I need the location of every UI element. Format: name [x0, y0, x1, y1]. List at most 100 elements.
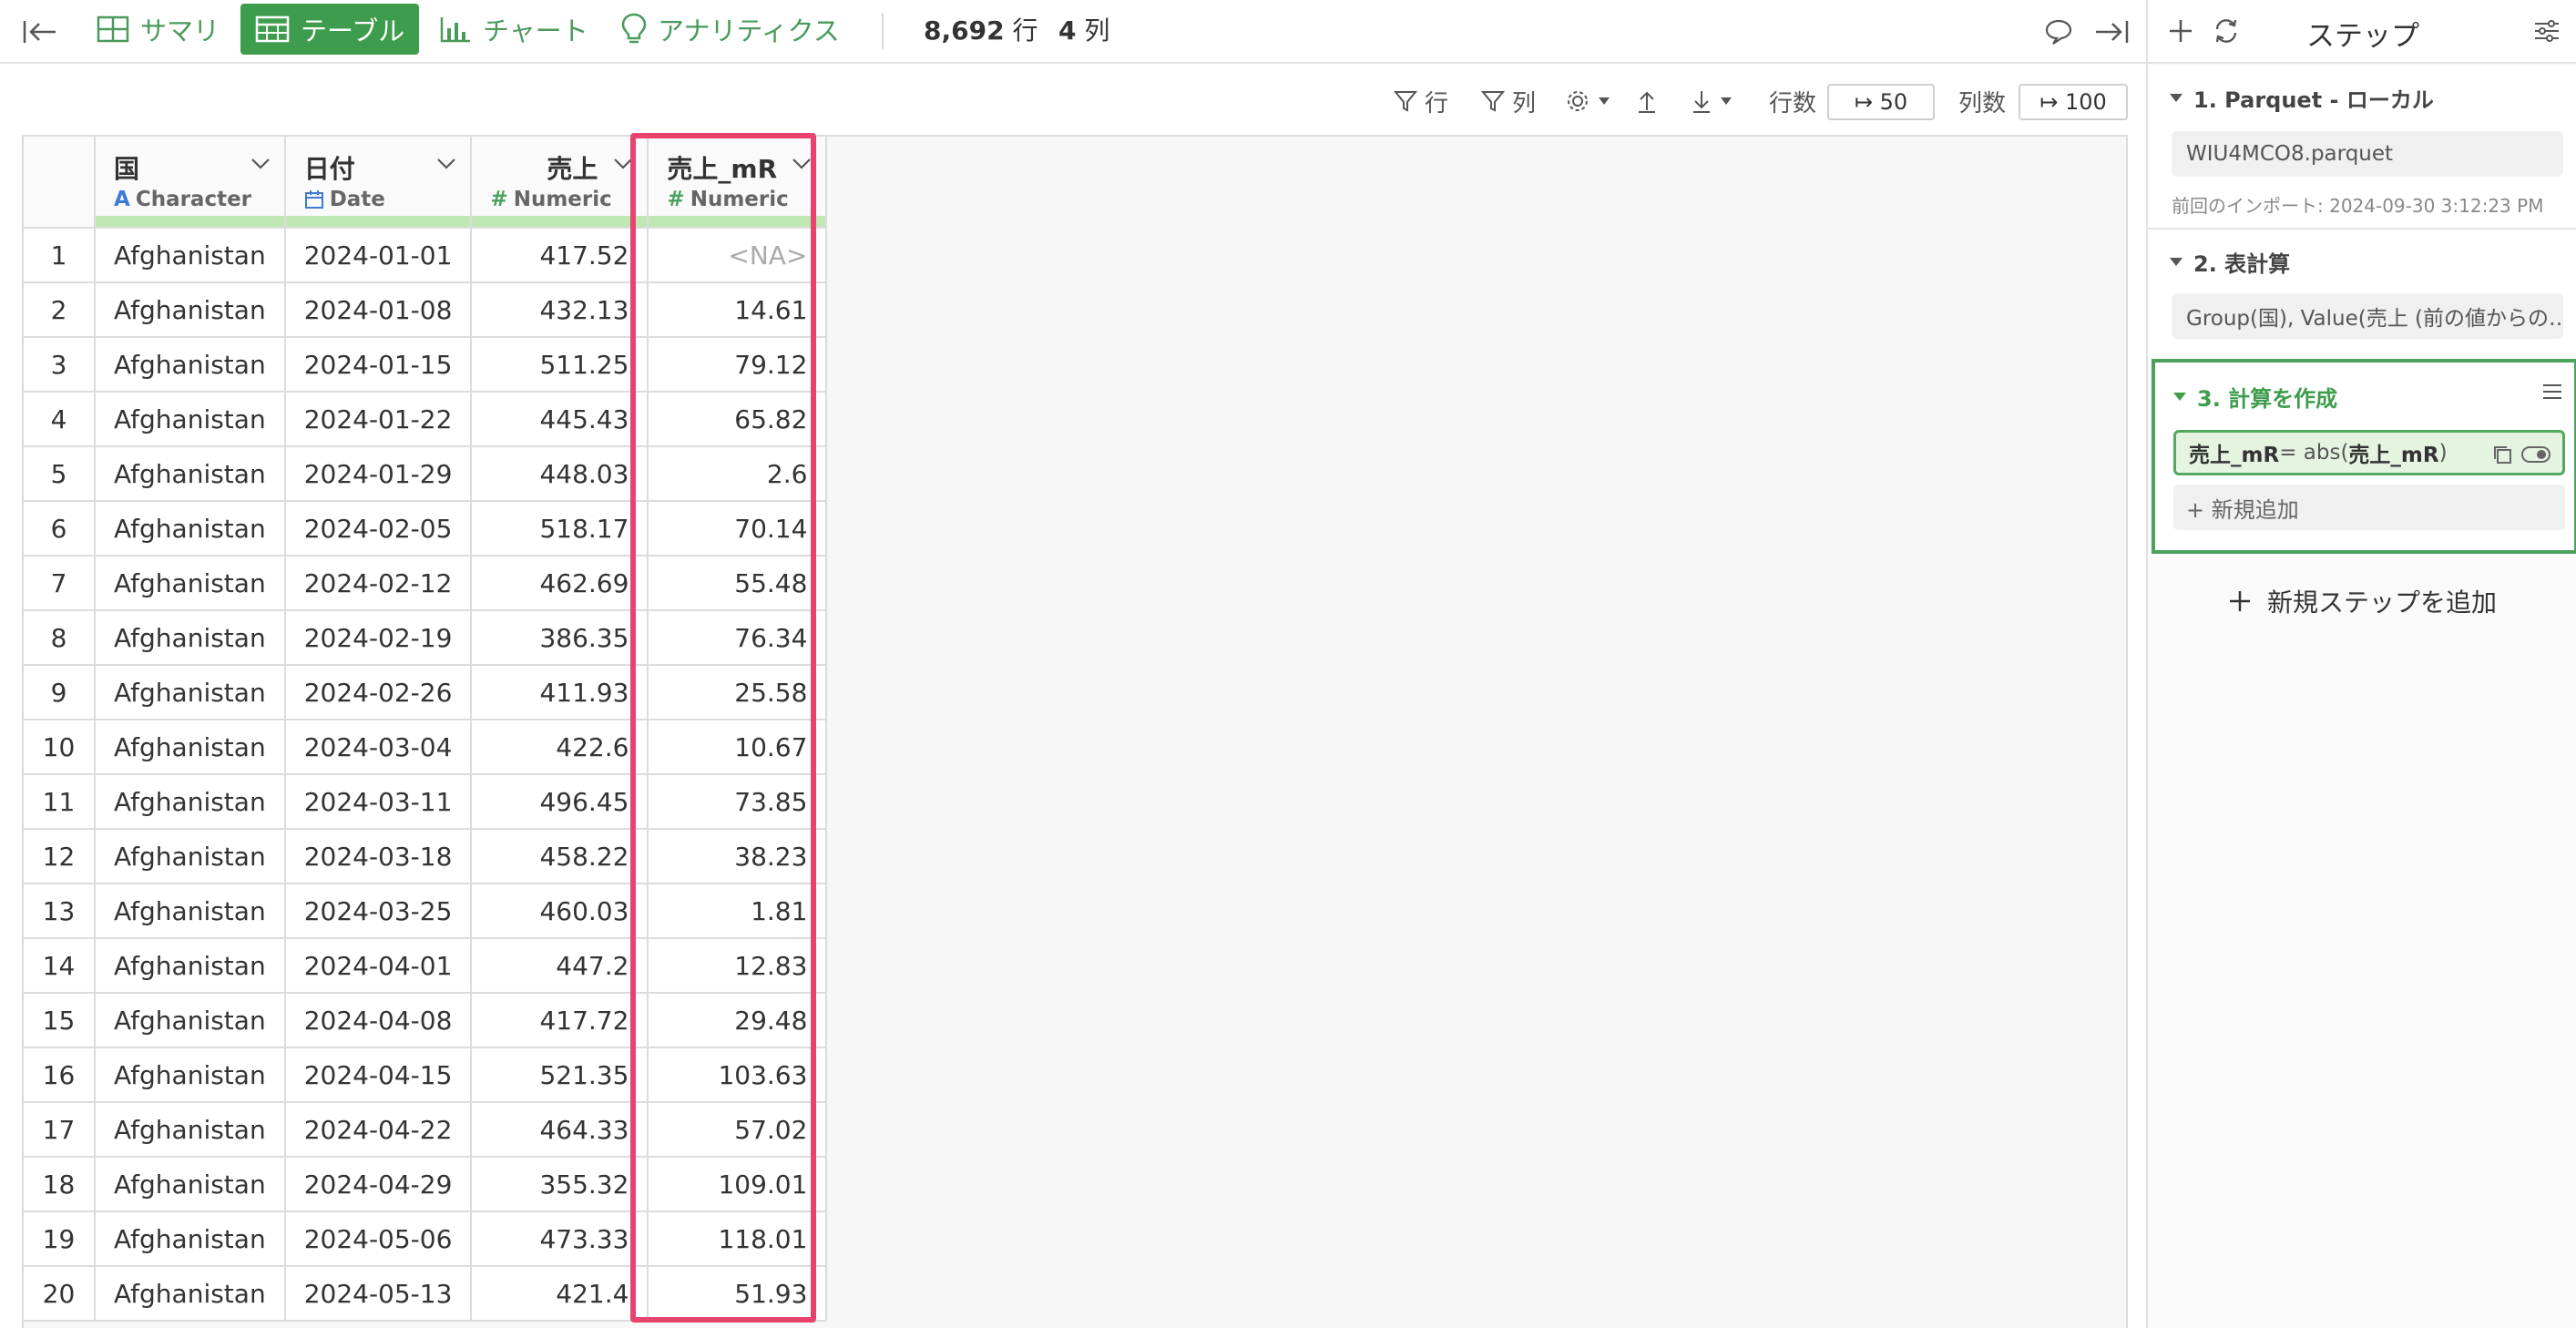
sales-cell[interactable]: 417.52 [471, 228, 649, 283]
country-cell[interactable]: Afghanistan [95, 1157, 286, 1212]
columns-limit-input[interactable]: ↦ 100 [2019, 84, 2128, 120]
tab-summary[interactable]: サマリ [82, 4, 234, 55]
row-number-cell[interactable]: 13 [24, 884, 96, 939]
sales-cell[interactable]: 445.43 [471, 392, 649, 447]
sales-cell[interactable]: 464.33 [471, 1102, 649, 1158]
rows-limit-input[interactable]: ↦ 50 [1827, 84, 1935, 120]
sales-mr-cell[interactable]: 55.48 [648, 556, 828, 611]
sales-cell[interactable]: 421.4 [471, 1266, 649, 1322]
step-1-file-chip[interactable]: WIU4MCO8.parquet [2172, 131, 2563, 177]
sales-mr-cell[interactable]: 65.82 [648, 392, 828, 447]
country-cell[interactable]: Afghanistan [95, 665, 286, 720]
sales-cell[interactable]: 518.17 [471, 501, 649, 557]
country-cell[interactable]: Afghanistan [95, 993, 286, 1048]
comment-icon[interactable] [2037, 11, 2080, 53]
row-number-cell[interactable]: 12 [24, 829, 96, 884]
tab-table[interactable]: テーブル [240, 4, 420, 55]
country-cell[interactable]: Afghanistan [95, 884, 286, 939]
date-cell[interactable]: 2024-01-08 [284, 282, 473, 338]
collapse-left-icon[interactable] [16, 11, 64, 53]
step-2[interactable]: 2. 表計算 Group(国), Value(売上 (前の値からの… [2148, 230, 2576, 353]
row-number-cell[interactable]: 8 [24, 610, 96, 666]
date-cell[interactable]: 2024-03-11 [284, 774, 473, 830]
sales-mr-cell[interactable]: 10.67 [648, 720, 828, 775]
date-cell[interactable]: 2024-03-04 [284, 720, 473, 775]
row-number-cell[interactable]: 19 [24, 1211, 96, 1267]
sales-cell[interactable]: 411.93 [471, 665, 649, 720]
sales-cell[interactable]: 422.6 [471, 720, 649, 775]
date-cell[interactable]: 2024-04-22 [284, 1102, 473, 1158]
row-number-cell[interactable]: 15 [24, 993, 96, 1048]
sales-cell[interactable]: 458.22 [471, 829, 649, 884]
row-number-cell[interactable]: 10 [24, 720, 96, 775]
formula-chip[interactable]: 売上_mR = abs(売上_mR) [2173, 430, 2565, 475]
country-cell[interactable]: Afghanistan [95, 1211, 286, 1267]
country-cell[interactable]: Afghanistan [95, 938, 286, 994]
date-cell[interactable]: 2024-01-15 [284, 337, 473, 393]
row-number-cell[interactable]: 11 [24, 774, 96, 830]
sales-cell[interactable]: 462.69 [471, 556, 649, 611]
date-cell[interactable]: 2024-04-29 [284, 1157, 473, 1212]
date-cell[interactable]: 2024-04-08 [284, 993, 473, 1048]
column-header-country[interactable]: 国 A Character [95, 137, 286, 229]
sales-mr-cell[interactable]: 29.48 [648, 993, 828, 1048]
date-cell[interactable]: 2024-05-06 [284, 1211, 473, 1267]
column-header-date[interactable]: 日付 Date [284, 137, 473, 229]
column-header-sales[interactable]: 売上 # Numeric [471, 137, 649, 229]
chevron-down-icon[interactable] [791, 157, 813, 175]
row-number-cell[interactable]: 6 [24, 501, 96, 557]
copy-icon[interactable] [2491, 444, 2513, 471]
row-number-cell[interactable]: 1 [24, 228, 96, 283]
sales-cell[interactable]: 447.2 [471, 938, 649, 994]
collapse-right-icon[interactable] [2090, 11, 2133, 53]
country-cell[interactable]: Afghanistan [95, 446, 286, 502]
country-cell[interactable]: Afghanistan [95, 720, 286, 775]
country-cell[interactable]: Afghanistan [95, 1102, 286, 1158]
toggle-visibility-icon[interactable] [2520, 444, 2551, 471]
row-number-cell[interactable]: 17 [24, 1102, 96, 1158]
sales-mr-cell[interactable]: 109.01 [648, 1157, 828, 1212]
date-cell[interactable]: 2024-01-01 [284, 228, 473, 283]
country-cell[interactable]: Afghanistan [95, 556, 286, 611]
chevron-down-icon[interactable] [435, 157, 457, 175]
date-cell[interactable]: 2024-04-01 [284, 938, 473, 994]
date-cell[interactable]: 2024-04-15 [284, 1047, 473, 1103]
sales-cell[interactable]: 355.32 [471, 1157, 649, 1212]
sales-mr-cell[interactable]: 118.01 [648, 1211, 828, 1267]
country-cell[interactable]: Afghanistan [95, 829, 286, 884]
sales-mr-cell[interactable]: 14.61 [648, 282, 828, 338]
date-cell[interactable]: 2024-02-05 [284, 501, 473, 557]
sales-cell[interactable]: 496.45 [471, 774, 649, 830]
date-cell[interactable]: 2024-03-18 [284, 829, 473, 884]
row-number-cell[interactable]: 7 [24, 556, 96, 611]
download-dropdown[interactable] [1691, 82, 1740, 120]
date-cell[interactable]: 2024-02-12 [284, 556, 473, 611]
country-cell[interactable]: Afghanistan [95, 610, 286, 666]
sales-cell[interactable]: 448.03 [471, 446, 649, 502]
sales-mr-cell[interactable]: <NA> [648, 228, 828, 283]
column-header-sales-mr[interactable]: 売上_mR # Numeric [648, 137, 828, 229]
date-cell[interactable]: 2024-03-25 [284, 884, 473, 939]
menu-icon[interactable] [2538, 377, 2567, 406]
sales-mr-cell[interactable]: 70.14 [648, 501, 828, 557]
sales-cell[interactable]: 460.03 [471, 884, 649, 939]
sales-mr-cell[interactable]: 103.63 [648, 1047, 828, 1103]
country-cell[interactable]: Afghanistan [95, 228, 286, 283]
sales-mr-cell[interactable]: 2.6 [648, 446, 828, 502]
date-cell[interactable]: 2024-05-13 [284, 1266, 473, 1322]
tab-chart[interactable]: チャート [424, 4, 603, 55]
country-cell[interactable]: Afghanistan [95, 1047, 286, 1103]
date-cell[interactable]: 2024-01-29 [284, 446, 473, 502]
add-new-calculation-button[interactable]: + 新規追加 [2173, 485, 2565, 530]
sales-cell[interactable]: 521.35 [471, 1047, 649, 1103]
step-2-expression-chip[interactable]: Group(国), Value(売上 (前の値からの… [2172, 293, 2563, 339]
add-step-button[interactable]: 新規ステップを追加 [2148, 583, 2576, 619]
sales-mr-cell[interactable]: 73.85 [648, 774, 828, 830]
row-filter-button[interactable]: 行 [1394, 82, 1448, 120]
chevron-down-icon[interactable] [612, 157, 634, 175]
sales-mr-cell[interactable]: 57.02 [648, 1102, 828, 1158]
date-cell[interactable]: 2024-02-26 [284, 665, 473, 720]
sales-cell[interactable]: 417.72 [471, 993, 649, 1048]
country-cell[interactable]: Afghanistan [95, 392, 286, 447]
sales-mr-cell[interactable]: 51.93 [648, 1266, 828, 1322]
